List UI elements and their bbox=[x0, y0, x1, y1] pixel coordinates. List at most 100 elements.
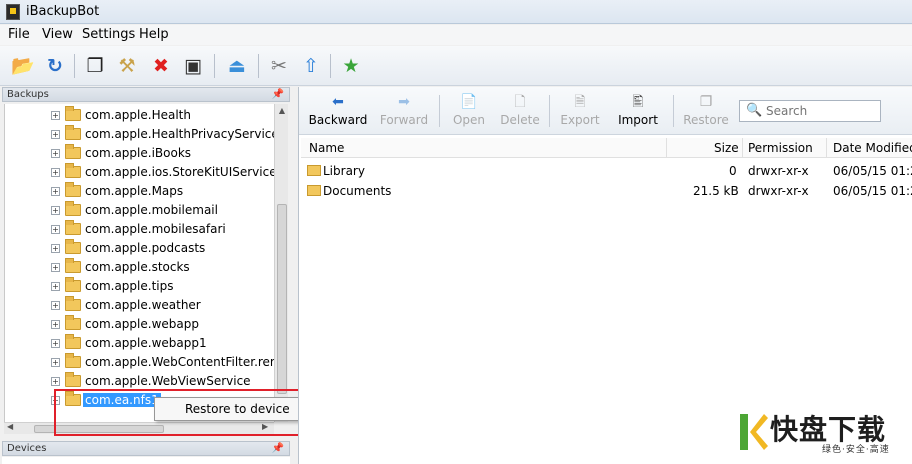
main-toolbar: 📂 ↻ ❐ ⚒ ✖ ▣ ⏏ ✂ ⇧ ★ bbox=[0, 46, 912, 86]
backward-button[interactable]: ⬅ Backward bbox=[305, 93, 371, 131]
column-separator[interactable] bbox=[666, 138, 667, 158]
menu-view[interactable]: View bbox=[42, 27, 73, 42]
tree-item[interactable]: + com.apple.ios.StoreKitUIService bbox=[5, 163, 274, 182]
tree-item[interactable]: + com.apple.stocks bbox=[5, 258, 274, 277]
refresh-icon[interactable]: ↻ bbox=[42, 53, 68, 79]
folder-icon bbox=[307, 165, 321, 176]
expand-icon[interactable]: + bbox=[51, 358, 60, 367]
window-title: iBackupBot bbox=[26, 4, 100, 19]
expand-icon[interactable]: + bbox=[51, 149, 60, 158]
toolbar-separator bbox=[549, 95, 550, 127]
column-size[interactable]: Size bbox=[714, 141, 739, 155]
open-file-icon: 📄 bbox=[460, 94, 478, 110]
tree-item[interactable]: + com.apple.HealthPrivacyService bbox=[5, 125, 274, 144]
expand-icon[interactable]: + bbox=[51, 130, 60, 139]
device-icon[interactable]: ▣ bbox=[180, 53, 206, 79]
expand-icon[interactable]: + bbox=[51, 187, 60, 196]
folder-icon bbox=[65, 353, 81, 368]
expand-icon[interactable]: + bbox=[51, 263, 60, 272]
tree-item-label: com.apple.Maps bbox=[85, 184, 184, 198]
expand-icon[interactable]: + bbox=[51, 206, 60, 215]
expand-icon[interactable]: + bbox=[51, 282, 60, 291]
pin-icon[interactable]: 📌 bbox=[272, 88, 284, 101]
folder-icon bbox=[65, 125, 81, 140]
expand-icon[interactable]: + bbox=[51, 244, 60, 253]
tools-icon[interactable]: ✂ bbox=[266, 53, 292, 79]
folder-icon bbox=[65, 201, 81, 216]
tree-item[interactable]: + com.apple.mobilemail bbox=[5, 201, 274, 220]
tree-item[interactable]: + com.apple.Health bbox=[5, 106, 274, 125]
table-row[interactable]: Documents 21.5 kB drwxr-xr-x 06/05/15 01… bbox=[301, 181, 912, 201]
menu-help[interactable]: Help bbox=[139, 27, 169, 42]
cell-size: 21.5 kB bbox=[693, 184, 739, 198]
column-separator[interactable] bbox=[742, 138, 743, 158]
restore-button[interactable]: ❐ Restore bbox=[677, 93, 735, 131]
import-button[interactable]: 🖺 Import bbox=[607, 93, 669, 131]
column-permission[interactable]: Permission bbox=[748, 141, 813, 155]
forward-button[interactable]: ➡ Forward bbox=[371, 93, 437, 131]
delete-label: Delete bbox=[500, 113, 540, 127]
tree-item[interactable]: + com.apple.weather bbox=[5, 296, 274, 315]
expand-icon[interactable]: + bbox=[51, 301, 60, 310]
scroll-thumb[interactable] bbox=[277, 204, 287, 394]
menu-file[interactable]: File bbox=[8, 27, 30, 42]
folder-icon bbox=[65, 258, 81, 273]
expand-icon[interactable]: + bbox=[51, 377, 60, 386]
export-button[interactable]: 🗎 Export bbox=[553, 93, 607, 131]
tree-item[interactable]: + com.apple.webapp1 bbox=[5, 334, 274, 353]
toolbar-separator bbox=[258, 54, 259, 78]
cell-size: 0 bbox=[729, 164, 737, 178]
export-label: Export bbox=[560, 113, 600, 127]
tree-vertical-scrollbar[interactable]: ▲ ▼ bbox=[274, 104, 288, 422]
tree-item[interactable]: + com.apple.iBooks bbox=[5, 144, 274, 163]
favorite-icon[interactable]: ★ bbox=[338, 53, 364, 79]
tree-item-label: com.apple.WebContentFilter.remc bbox=[85, 355, 274, 369]
backward-label: Backward bbox=[308, 113, 368, 127]
clean-icon[interactable]: ⚒ bbox=[114, 53, 140, 79]
tree-item-label: com.apple.WebViewService bbox=[85, 374, 251, 388]
open-label: Open bbox=[452, 113, 486, 127]
scroll-left-icon[interactable]: ◀ bbox=[7, 422, 13, 431]
folder-icon bbox=[65, 315, 81, 330]
devices-panel-title: Devices bbox=[7, 443, 47, 454]
tree-item[interactable]: + com.apple.tips bbox=[5, 277, 274, 296]
menu-settings[interactable]: Settings bbox=[82, 27, 135, 42]
upload-icon[interactable]: ⏏ bbox=[224, 53, 250, 79]
tree-item-label: com.apple.mobilesafari bbox=[85, 222, 226, 236]
export-icon[interactable]: ⇧ bbox=[298, 53, 324, 79]
search-input[interactable] bbox=[766, 103, 876, 119]
tree-item[interactable]: + com.apple.podcasts bbox=[5, 239, 274, 258]
expand-icon[interactable]: + bbox=[51, 320, 60, 329]
delete-icon[interactable]: ✖ bbox=[148, 53, 174, 79]
tree-item[interactable]: + com.apple.webapp bbox=[5, 315, 274, 334]
scroll-up-icon[interactable]: ▲ bbox=[275, 104, 289, 118]
delete-button[interactable]: 🗋 Delete bbox=[493, 93, 547, 131]
open-folder-icon[interactable]: 📂 bbox=[10, 53, 36, 79]
import-label: Import bbox=[618, 113, 658, 127]
copy-icon[interactable]: ❐ bbox=[82, 53, 108, 79]
folder-icon bbox=[65, 144, 81, 159]
open-button[interactable]: 📄 Open bbox=[439, 93, 499, 131]
pin-icon[interactable]: 📌 bbox=[272, 442, 284, 455]
expand-icon[interactable]: + bbox=[51, 339, 60, 348]
arrow-left-icon: ⬅ bbox=[332, 94, 344, 110]
expand-icon[interactable]: + bbox=[51, 168, 60, 177]
tree-item-label: com.apple.stocks bbox=[85, 260, 190, 274]
column-separator[interactable] bbox=[826, 138, 827, 158]
tree-item[interactable]: + com.apple.Maps bbox=[5, 182, 274, 201]
tree-item-label: com.apple.podcasts bbox=[85, 241, 206, 255]
table-row[interactable]: Library 0 drwxr-xr-x 06/05/15 01:27 bbox=[301, 161, 912, 181]
delete-file-icon: 🗋 bbox=[514, 94, 526, 110]
tree-item[interactable]: + com.apple.WebContentFilter.remc bbox=[5, 353, 274, 372]
search-icon: 🔍 bbox=[746, 103, 763, 118]
column-name[interactable]: Name bbox=[309, 141, 344, 155]
expand-icon[interactable]: + bbox=[51, 111, 60, 120]
folder-icon bbox=[65, 220, 81, 235]
tree-item[interactable]: + com.apple.mobilesafari bbox=[5, 220, 274, 239]
toolbar-separator bbox=[673, 95, 674, 127]
column-date-modified[interactable]: Date Modified bbox=[833, 141, 912, 155]
search-field[interactable]: 🔍 bbox=[739, 100, 881, 122]
expand-icon[interactable]: + bbox=[51, 225, 60, 234]
cell-date: 06/05/15 01:27 bbox=[833, 184, 912, 198]
watermark-sub-text: 绿色·安全·高速 bbox=[822, 445, 890, 455]
